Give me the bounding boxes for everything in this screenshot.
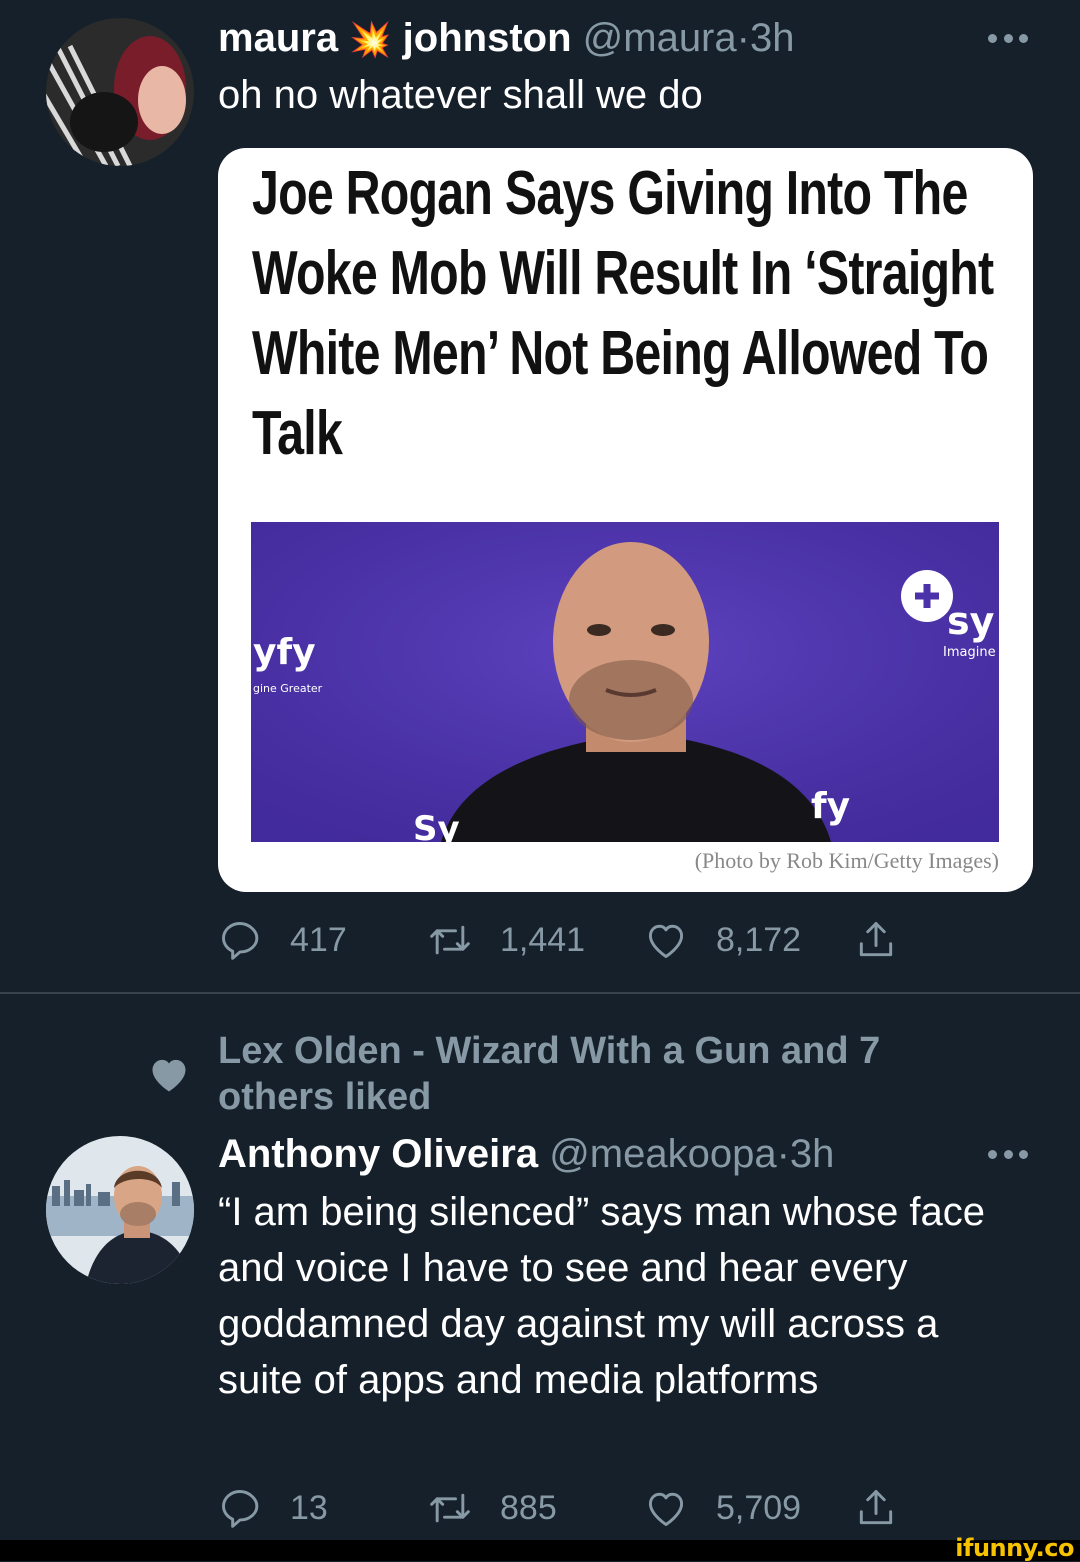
explosion-emoji-icon: 💥 [349, 21, 392, 59]
tweet-header: Anthony Oliveira @meakoopa·3h [218, 1130, 834, 1178]
watermark-bar [0, 1540, 1080, 1561]
like-button[interactable]: 8,172 [644, 916, 801, 964]
tweet-anthony[interactable]: Anthony Oliveira @meakoopa·3h “I am bein… [0, 1130, 1080, 1540]
avatar-maura[interactable] [46, 18, 194, 166]
reply-count: 417 [290, 920, 347, 959]
retweet-button[interactable]: 1,441 [428, 916, 585, 964]
photo-logo-bottom-right: fy [811, 786, 850, 827]
tweet-maura[interactable]: maura 💥 johnston @maura·3h oh no whateve… [0, 0, 1080, 992]
more-icon[interactable] [988, 32, 1028, 44]
tweet-text: oh no whatever shall we do [218, 73, 703, 117]
social-context[interactable]: Lex Olden - Wizard With a Gun and 7 othe… [218, 1028, 978, 1120]
tweet-actions: 13 885 5,709 [218, 1484, 918, 1532]
heart-icon [648, 1492, 684, 1526]
retweet-count: 885 [500, 1488, 557, 1527]
watermark-logo: ifunny.co [955, 1534, 1074, 1562]
photo-logo-bottom-left: Sy [413, 809, 460, 842]
heart-icon [648, 924, 684, 958]
display-name-first[interactable]: maura [218, 16, 338, 60]
avatar-anthony[interactable] [46, 1136, 194, 1284]
reply-button[interactable]: 13 [218, 1484, 328, 1532]
share-button[interactable] [854, 916, 898, 964]
separator-dot: · [776, 1132, 790, 1176]
article-card[interactable]: Joe Rogan Says Giving Into The Woke Mob … [218, 148, 1033, 892]
separator-dot: · [736, 16, 750, 60]
share-button[interactable] [854, 1484, 898, 1532]
display-name-last[interactable]: johnston [403, 16, 572, 60]
liked-heart-icon [152, 1059, 186, 1092]
reply-icon [222, 922, 259, 960]
tweet-actions: 417 1,441 8,172 [218, 916, 918, 964]
article-headline: Joe Rogan Says Giving Into The Woke Mob … [252, 159, 994, 468]
retweet-icon [430, 925, 470, 955]
more-icon[interactable] [988, 1148, 1028, 1160]
reply-count: 13 [290, 1488, 328, 1527]
timestamp[interactable]: 3h [790, 1132, 835, 1176]
retweet-count: 1,441 [500, 920, 586, 959]
retweet-button[interactable]: 885 [428, 1484, 557, 1532]
user-handle[interactable]: @meakoopa [549, 1132, 776, 1176]
photo-logo-right: sy [947, 599, 995, 643]
article-photo: yfy gine Greater sy Imagine Sy fy [251, 522, 999, 842]
user-handle[interactable]: @maura [583, 16, 737, 60]
tweet-text: “I am being silenced” says man whose fac… [218, 1190, 986, 1402]
display-name[interactable]: Anthony Oliveira [218, 1132, 538, 1176]
photo-credit: (Photo by Rob Kim/Getty Images) [694, 848, 999, 873]
reply-button[interactable]: 417 [218, 916, 347, 964]
tweet-header: maura 💥 johnston @maura·3h [218, 14, 794, 64]
like-count: 5,709 [716, 1488, 802, 1527]
photo-logo-left: yfy [253, 632, 316, 673]
share-icon [859, 1490, 893, 1525]
photo-tagline-left: gine Greater [253, 682, 323, 695]
timestamp[interactable]: 3h [750, 16, 795, 60]
share-icon [859, 922, 893, 957]
like-button[interactable]: 5,709 [644, 1484, 801, 1532]
divider [0, 992, 1080, 994]
reply-icon [222, 1490, 259, 1528]
photo-tagline-right: Imagine [943, 645, 996, 660]
like-count: 8,172 [716, 920, 802, 959]
retweet-icon [430, 1493, 470, 1523]
